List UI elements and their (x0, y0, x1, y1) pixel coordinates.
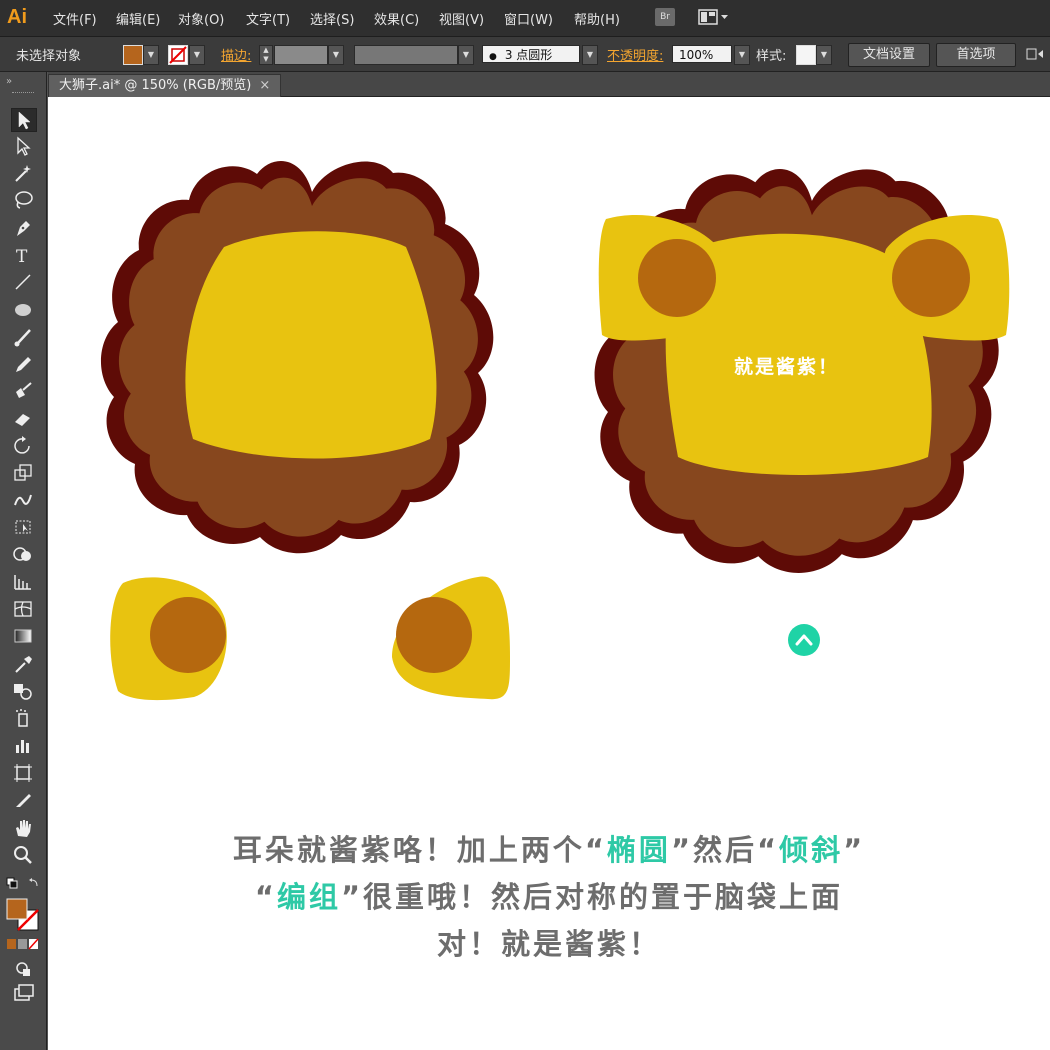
line-icon[interactable] (11, 271, 35, 293)
panel-collapse-icon[interactable]: » (6, 76, 12, 87)
draw-mode-icon[interactable] (12, 958, 36, 980)
stroke-weight-field[interactable] (274, 45, 328, 65)
caption-line-1: 耳朵就酱紫咯！加上两个“椭圆”然后“倾斜” (232, 833, 866, 867)
menu-file[interactable]: 文件(F) (53, 9, 97, 28)
zoom-icon[interactable] (11, 844, 35, 866)
warp-icon[interactable] (11, 489, 35, 511)
variable-width-dropdown[interactable]: ▼ (458, 45, 474, 65)
tools-panel: » T (0, 72, 47, 1050)
style-label: 样式: (756, 49, 787, 64)
gradient-icon[interactable] (11, 625, 35, 647)
right-head-left-ear-inner (638, 239, 716, 317)
right-ear-piece[interactable] (392, 576, 510, 700)
app-logo: Ai (7, 6, 27, 28)
opacity-field[interactable]: 100% (672, 45, 732, 63)
column-graph-icon[interactable] (11, 735, 35, 757)
pencil-icon[interactable] (11, 353, 35, 375)
fill-stroke-swatches[interactable] (6, 898, 40, 932)
svg-text:T: T (16, 247, 28, 266)
slice-icon[interactable] (11, 789, 35, 811)
document-tab[interactable]: 大狮子.ai* @ 150% (RGB/预览) × (48, 74, 282, 97)
scale-icon[interactable] (11, 462, 35, 484)
stroke-swatch[interactable] (168, 45, 188, 65)
style-dropdown[interactable]: ▼ (816, 45, 832, 65)
eraser-icon[interactable] (11, 407, 35, 429)
color-mode-icons[interactable] (6, 938, 40, 950)
brush-dot-icon: ● (489, 52, 497, 62)
stroke-weight-dropdown[interactable]: ▼ (328, 45, 344, 65)
menu-view[interactable]: 视图(V) (439, 9, 484, 28)
hand-icon[interactable] (11, 817, 35, 839)
panel-grip[interactable] (12, 92, 34, 96)
rotate-icon[interactable] (11, 435, 35, 457)
perspective-grid-icon[interactable] (11, 571, 35, 593)
default-colors-icon[interactable] (6, 877, 40, 891)
magic-wand-icon[interactable] (11, 162, 35, 184)
caption-line-2: “编组”很重哦！然后对称的置于脑袋上面 (254, 880, 844, 914)
symbol-sprayer-icon[interactable] (11, 707, 35, 729)
left-lion-head[interactable] (100, 161, 494, 554)
bridge-button[interactable]: Br (655, 8, 675, 26)
direct-selection-icon[interactable] (11, 135, 35, 157)
style-swatch[interactable] (796, 45, 816, 65)
stroke-weight-stepper[interactable]: ▲ ▼ (259, 45, 273, 65)
menu-window[interactable]: 窗口(W) (504, 9, 553, 28)
ellipse-icon[interactable] (11, 299, 35, 321)
left-face (185, 231, 437, 459)
mesh-icon[interactable] (11, 598, 35, 620)
right-ear-inner (396, 597, 472, 673)
stroke-label[interactable]: 描边: (221, 45, 251, 64)
menu-bar: Ai 文件(F) 编辑(E) 对象(O) 文字(T) 选择(S) 效果(C) 视… (0, 0, 1050, 37)
stroke-dropdown[interactable]: ▼ (189, 45, 205, 65)
opacity-label[interactable]: 不透明度: (607, 45, 663, 64)
fill-swatch[interactable] (123, 45, 143, 65)
document-tabbar: 大狮子.ai* @ 150% (RGB/预览) × (48, 72, 1050, 97)
right-head-right-ear-inner (892, 239, 970, 317)
shape-builder-icon[interactable] (11, 544, 35, 566)
document-tab-title: 大狮子.ai* @ 150% (RGB/预览) (59, 78, 252, 93)
brush-field[interactable]: ● 3 点圆形 (482, 45, 580, 63)
blend-icon[interactable] (11, 680, 35, 702)
menu-select[interactable]: 选择(S) (310, 9, 354, 28)
menu-help[interactable]: 帮助(H) (574, 9, 620, 28)
selection-status: 未选择对象 (16, 49, 82, 64)
menu-effect[interactable]: 效果(C) (374, 9, 419, 28)
menu-type[interactable]: 文字(T) (246, 9, 290, 28)
left-ear-piece[interactable] (110, 577, 227, 701)
head-label: 就是酱紫！ (734, 356, 840, 378)
left-ear-inner (150, 597, 226, 673)
document-setup-button[interactable]: 文档设置 (848, 43, 930, 67)
paintbrush-icon[interactable] (11, 326, 35, 348)
control-bar: 未选择对象 ▼ ▼ 描边: ▲ ▼ ▼ ▼ ● 3 点圆形 ▼ 不透明度: 100%… (0, 37, 1050, 72)
free-transform-icon[interactable] (11, 516, 35, 538)
menu-object[interactable]: 对象(O) (178, 9, 224, 28)
selection-tool-icon[interactable] (11, 108, 37, 132)
menu-edit[interactable]: 编辑(E) (116, 9, 160, 28)
brush-dropdown[interactable]: ▼ (582, 45, 598, 65)
eyedropper-icon[interactable] (11, 653, 35, 675)
caption-line-3: 对！就是酱紫！ (436, 927, 661, 961)
type-icon[interactable]: T (11, 244, 35, 267)
artboard-canvas[interactable]: 就是酱紫！ 耳朵就酱紫咯！加上两个“椭圆”然后“倾斜” “编组”很重哦！然后对称… (48, 97, 1050, 1050)
blob-brush-icon[interactable] (11, 380, 35, 402)
variable-width-field[interactable] (354, 45, 458, 65)
artboard-icon[interactable] (11, 762, 35, 784)
screen-mode-icon[interactable] (12, 982, 36, 1004)
panel-menu-icon[interactable] (1026, 46, 1044, 62)
opacity-dropdown[interactable]: ▼ (734, 45, 750, 65)
preferences-button[interactable]: 首选项 (936, 43, 1016, 67)
close-tab-icon[interactable]: × (259, 78, 270, 93)
lasso-icon[interactable] (11, 189, 35, 211)
fill-dropdown[interactable]: ▼ (143, 45, 159, 65)
chevron-up-icon[interactable] (788, 624, 820, 656)
layout-icon[interactable] (698, 9, 730, 25)
pen-icon[interactable] (11, 217, 35, 239)
